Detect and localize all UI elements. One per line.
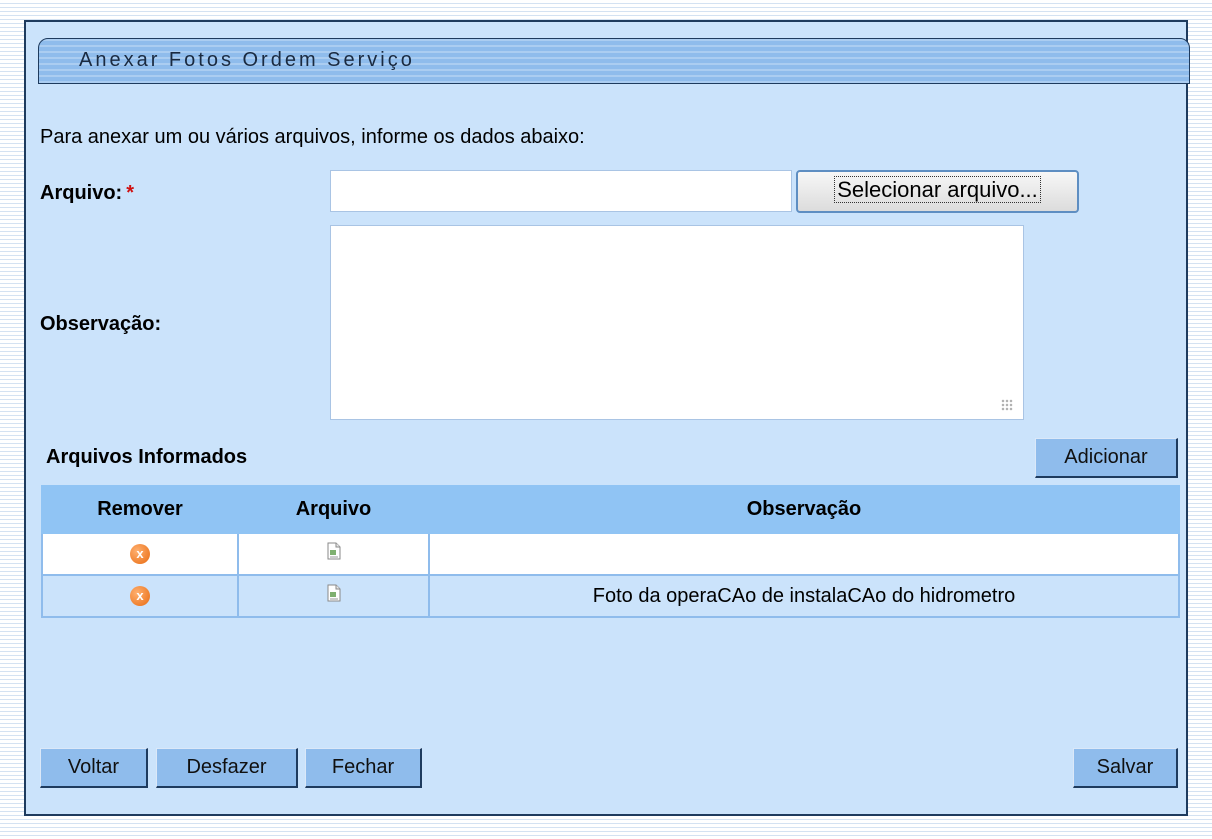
required-mark: * [126, 182, 135, 204]
files-heading: Arquivos Informados [46, 446, 248, 468]
resize-grip-icon[interactable] [1001, 399, 1013, 411]
remove-icon[interactable]: x [130, 586, 150, 607]
fechar-button[interactable]: Fechar [305, 748, 422, 788]
arquivo-label-text: Arquivo: [40, 182, 123, 204]
desfazer-button[interactable]: Desfazer [156, 748, 298, 788]
column-header-observacao: Observação [428, 485, 1180, 534]
observacao-cell: Foto da operaCAo de instalaCAo do hidrom… [428, 574, 1180, 618]
select-file-button[interactable]: Selecionar arquivo... [796, 170, 1079, 213]
document-icon[interactable] [326, 584, 342, 608]
table-header-row: Remover Arquivo Observação [41, 485, 1180, 534]
remove-cell: x [41, 574, 239, 618]
observacao-label: Observação: [40, 313, 162, 335]
remove-icon[interactable]: x [130, 544, 150, 565]
instructions-text: Para anexar um ou vários arquivos, infor… [40, 126, 585, 148]
observacao-textarea[interactable] [330, 225, 1024, 420]
panel-title: Anexar Fotos Ordem Serviço [79, 49, 415, 71]
column-header-arquivo: Arquivo [237, 485, 430, 534]
panel-title-bar: Anexar Fotos Ordem Serviço [38, 38, 1190, 84]
column-header-remover: Remover [41, 485, 239, 534]
file-cell [237, 574, 430, 618]
remove-cell: x [41, 532, 239, 576]
table-row: x Foto da operaCAo de instalaCAo do hidr… [41, 574, 1180, 618]
select-file-button-label: Selecionar arquivo... [834, 176, 1041, 203]
add-button[interactable]: Adicionar [1035, 438, 1178, 478]
file-path-input[interactable] [330, 170, 792, 212]
arquivo-label: Arquivo: * [40, 182, 134, 205]
salvar-button[interactable]: Salvar [1073, 748, 1178, 788]
voltar-button[interactable]: Voltar [40, 748, 148, 788]
table-row: x [41, 532, 1180, 576]
document-icon[interactable] [326, 542, 342, 566]
files-table: Remover Arquivo Observação x x Foto da o… [41, 485, 1180, 618]
file-cell [237, 532, 430, 576]
observacao-cell [428, 532, 1180, 576]
